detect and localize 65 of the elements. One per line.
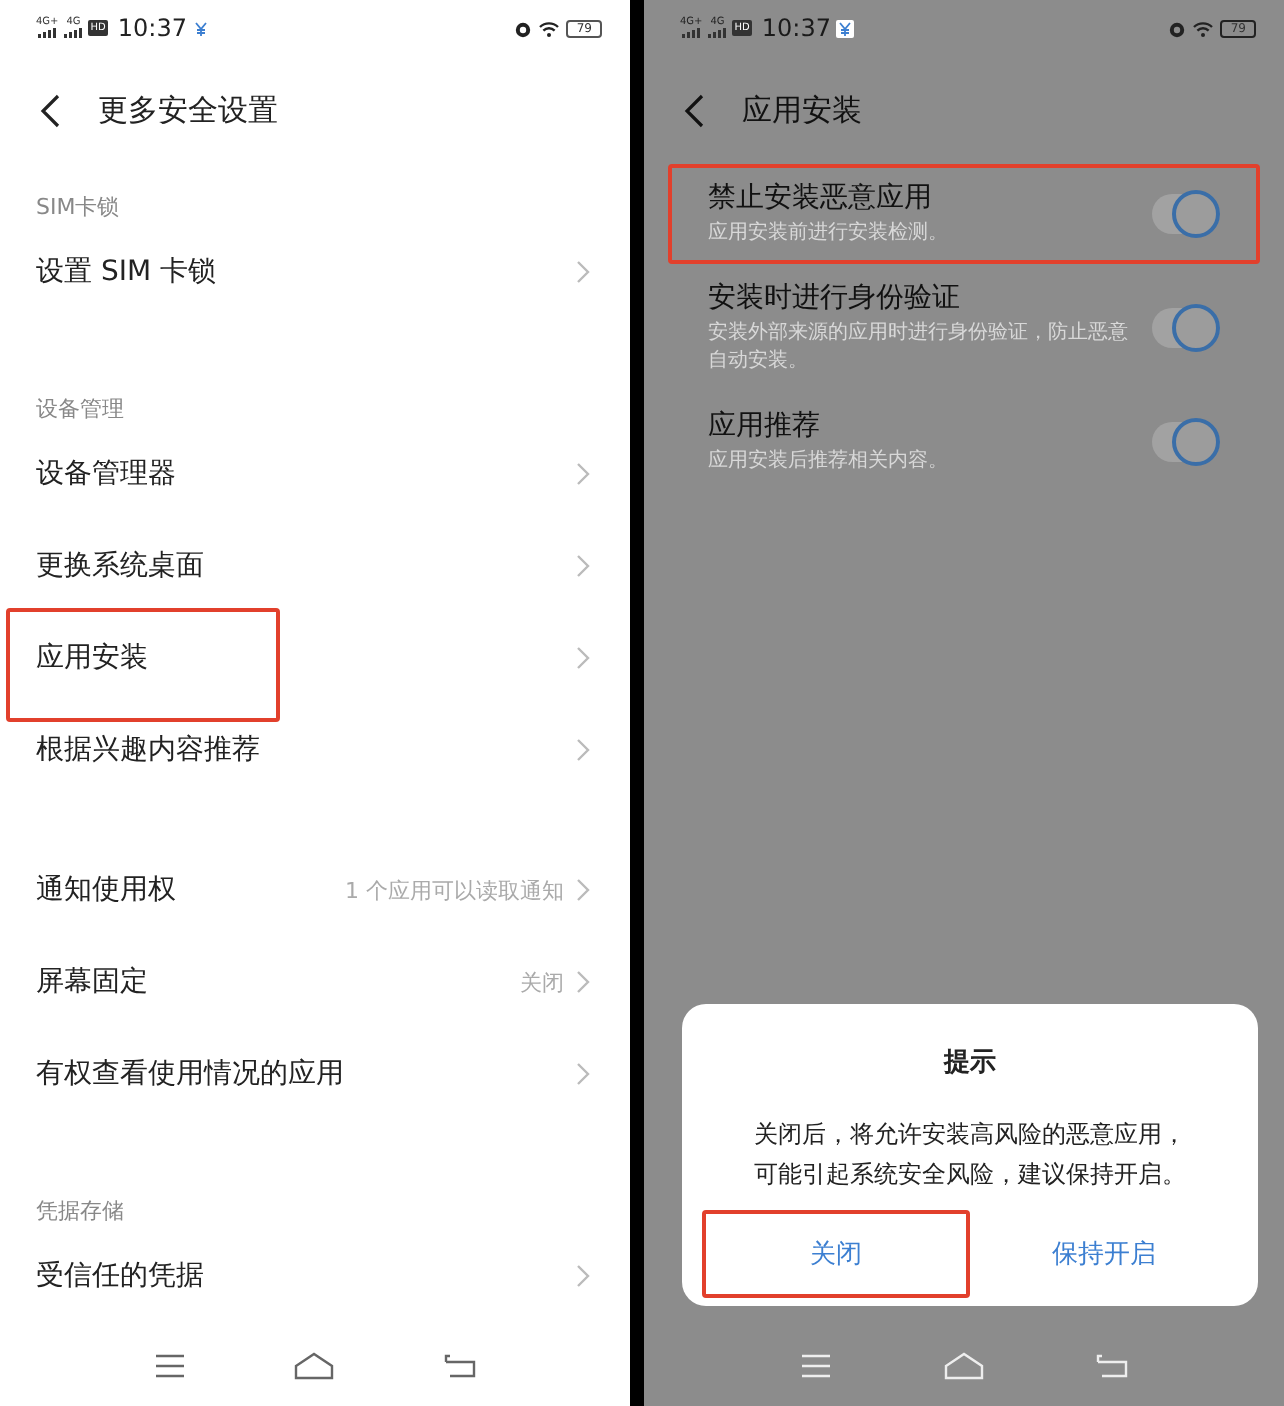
item-label: 设置 SIM 卡锁 <box>36 254 218 290</box>
settings-item[interactable]: 设置 SIM 卡锁 <box>0 226 630 318</box>
item-label: 屏幕固定 <box>36 964 150 1000</box>
settings-item[interactable]: 屏幕固定 关闭 <box>0 936 630 1028</box>
chevron-icon <box>576 554 590 578</box>
chevron-icon <box>576 646 590 670</box>
dialog-button[interactable]: 关闭 <box>702 1210 970 1298</box>
settings-item[interactable]: 设备管理器 <box>0 428 630 520</box>
chevron-icon <box>576 260 590 284</box>
status-time: 10:37 <box>761 14 831 42</box>
alarm-icon <box>514 19 533 37</box>
settings-item[interactable]: 更换系统桌面 <box>0 520 630 612</box>
toggle-title: 应用推荐 <box>708 408 822 444</box>
settings-item[interactable]: 受信任的凭据 <box>0 1230 630 1322</box>
settings-item[interactable]: 通知使用权 1 个应用可以读取通知 <box>0 844 630 936</box>
chevron-icon <box>576 970 590 994</box>
item-label: 通知使用权 <box>36 872 178 908</box>
back-icon[interactable] <box>40 93 60 127</box>
back-icon[interactable] <box>684 93 704 127</box>
section-label: 凭据存储 <box>36 1198 124 1224</box>
notification-icon <box>836 19 855 37</box>
item-value: 关闭 <box>520 967 564 997</box>
chevron-icon <box>576 738 590 762</box>
item-label: 受信任的凭据 <box>36 1258 206 1294</box>
dialog-message: 可能引起系统安全风险，建议保持开启。 <box>754 1158 1186 1192</box>
settings-item[interactable]: 根据兴趣内容推荐 <box>0 704 630 796</box>
back-nav-icon[interactable] <box>443 1354 476 1378</box>
chevron-icon <box>576 462 590 486</box>
dialog-title: 提示 <box>944 1046 996 1080</box>
item-label: 设备管理器 <box>36 456 178 492</box>
toggle-title: 禁止安装恶意应用 <box>708 180 934 216</box>
item-label: 应用安装 <box>36 640 150 676</box>
toggle-switch[interactable] <box>1152 194 1220 234</box>
toggle-switch[interactable] <box>1152 308 1220 348</box>
toggle-description: 应用安装后推荐相关内容。 <box>708 448 950 476</box>
item-label: 更换系统桌面 <box>36 548 206 584</box>
toggle-description: 应用安装前进行安装检测。 <box>708 220 950 248</box>
signal-icon <box>708 28 727 38</box>
wifi-icon <box>1192 19 1215 37</box>
screen-title: 更多安全设置 <box>98 91 278 129</box>
signal-icon <box>682 28 701 38</box>
section-label: SIM卡锁 <box>36 194 120 220</box>
toggle-title: 安装时进行身份验证 <box>708 280 962 316</box>
signal-icon <box>64 28 83 38</box>
notification-icon <box>192 19 211 37</box>
item-label: 有权查看使用情况的应用 <box>36 1056 346 1092</box>
section-label: 设备管理 <box>36 396 124 422</box>
signal-icon <box>38 28 57 38</box>
chevron-icon <box>576 1264 590 1288</box>
status-time: 10:37 <box>117 14 187 42</box>
toggle-description: 安装外部来源的应用时进行身份验证，防止恶意自动安装。 <box>708 320 1130 376</box>
menu-icon[interactable] <box>154 1354 187 1378</box>
dialog-button[interactable]: 保持开启 <box>970 1210 1238 1298</box>
chevron-icon <box>576 1062 590 1086</box>
dialog-message: 关闭后，将允许安装高风险的恶意应用， <box>754 1118 1186 1152</box>
settings-item[interactable]: 有权查看使用情况的应用 <box>0 1028 630 1120</box>
alarm-icon <box>1168 19 1187 37</box>
item-value: 1 个应用可以读取通知 <box>345 875 564 905</box>
wifi-icon <box>538 19 561 37</box>
toggle-switch[interactable] <box>1152 422 1220 462</box>
home-icon[interactable] <box>294 1352 335 1380</box>
chevron-icon <box>576 878 590 902</box>
settings-item[interactable]: 应用安装 <box>0 612 630 704</box>
item-label: 根据兴趣内容推荐 <box>36 732 262 768</box>
screen-title: 应用安装 <box>742 91 862 129</box>
